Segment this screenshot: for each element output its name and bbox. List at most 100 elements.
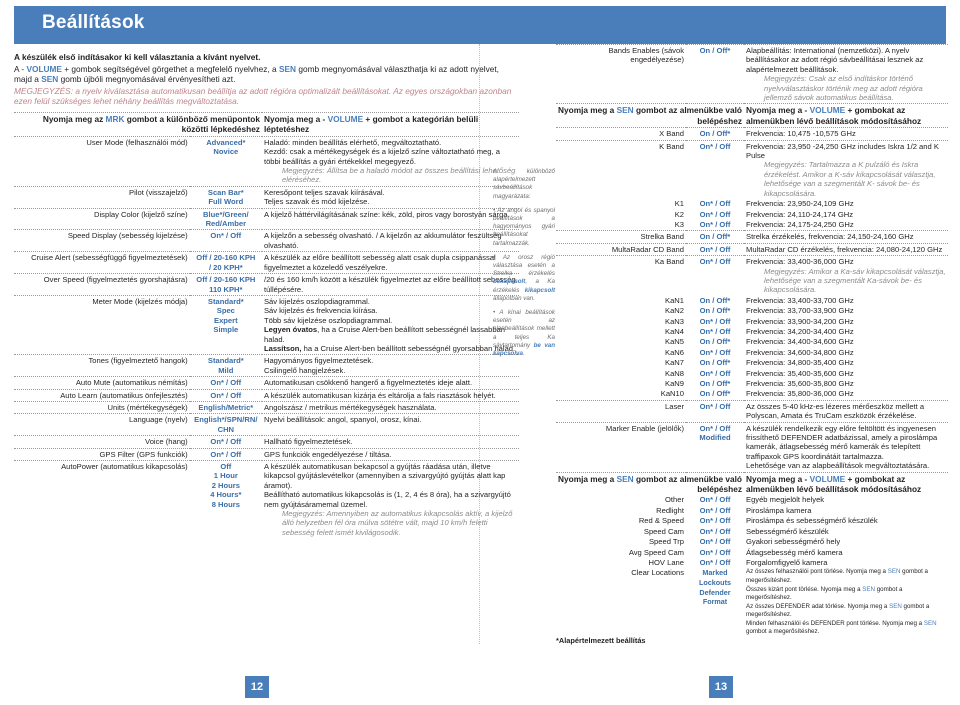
setting-options[interactable]: Scan Bar* Full Word [189, 185, 262, 209]
setting-options[interactable]: On / Off* [686, 337, 744, 347]
setting-option[interactable]: English*/SPN/RN/ [192, 415, 260, 424]
setting-option[interactable]: On / Off* [688, 296, 742, 305]
setting-options[interactable]: On / Off* [686, 296, 744, 306]
setting-option[interactable]: Marked [688, 568, 742, 578]
setting-options[interactable]: Blue*/Green/Red/Amber [189, 207, 262, 230]
setting-option[interactable]: 4 Hours* [192, 490, 260, 499]
setting-option[interactable]: On* / Off [688, 220, 742, 229]
setting-options[interactable]: On / Off* [686, 230, 744, 244]
setting-option[interactable]: On* / Off [192, 437, 260, 446]
setting-option[interactable]: Full Word [192, 197, 260, 206]
setting-options[interactable]: On* / Off [686, 199, 744, 209]
setting-options[interactable]: On* / Off [686, 210, 744, 220]
setting-options[interactable]: On* / Off [686, 516, 744, 526]
setting-options[interactable]: On* / Off [686, 506, 744, 516]
setting-option[interactable]: On* / Off [192, 378, 260, 387]
setting-option[interactable]: Scan Bar* [192, 188, 260, 197]
setting-option[interactable]: Novice [192, 147, 260, 156]
setting-options[interactable]: Off 1 Hour 2 Hours 4 Hours* 8 Hours [189, 460, 262, 539]
setting-option[interactable]: Format [688, 597, 742, 607]
setting-option[interactable]: On* / Off [688, 527, 742, 536]
setting-option[interactable]: 1 Hour [192, 471, 260, 480]
setting-options[interactable]: On* / Off [189, 447, 262, 461]
setting-option[interactable]: Defender [688, 588, 742, 598]
setting-options[interactable]: On* / Off [686, 537, 744, 547]
setting-options[interactable]: On* / Off [686, 369, 744, 379]
setting-options[interactable]: On* / Off Modified [686, 421, 744, 473]
setting-option[interactable]: Off [192, 462, 260, 471]
setting-option[interactable]: Off / 20-160 KPH [192, 275, 260, 284]
setting-options[interactable]: On* / Off [189, 229, 262, 252]
setting-option[interactable]: Mild [192, 366, 260, 375]
setting-option[interactable]: English/Metric* [192, 403, 260, 412]
setting-options[interactable]: On* / Off [686, 348, 744, 358]
setting-options[interactable]: Standard* Mild [189, 354, 262, 377]
setting-options[interactable]: English/Metric* [189, 400, 262, 414]
setting-option[interactable]: On* / Off [688, 495, 742, 504]
setting-options[interactable]: On / Off* [686, 358, 744, 368]
setting-options[interactable]: On / Off* [686, 306, 744, 316]
setting-option[interactable]: On / Off* [688, 306, 742, 315]
setting-options[interactable]: Marked Lockouts Defender Format [686, 568, 744, 638]
setting-option[interactable]: On / Off* [688, 129, 742, 138]
setting-option[interactable]: On* / Off [688, 142, 742, 151]
setting-options[interactable]: On* / Off [686, 495, 744, 505]
setting-options[interactable]: On* / Off [686, 242, 744, 256]
setting-option[interactable]: CHN [192, 425, 260, 434]
setting-option[interactable]: On* / Off [688, 424, 742, 433]
setting-option[interactable]: Red/Amber [192, 219, 260, 228]
setting-option[interactable]: Modified [688, 433, 742, 442]
setting-option[interactable]: Spec [192, 306, 260, 315]
setting-option[interactable]: 8 Hours [192, 500, 260, 509]
setting-option[interactable]: On / Off* [688, 337, 742, 346]
setting-option[interactable]: On* / Off [688, 402, 742, 411]
setting-options[interactable]: On* / Off [189, 388, 262, 402]
setting-option[interactable]: / 20 KPH* [192, 263, 260, 272]
setting-option[interactable]: Simple [192, 325, 260, 334]
setting-option[interactable]: On / Off* [688, 379, 742, 388]
setting-option[interactable]: On / Off* [688, 46, 742, 55]
setting-option[interactable]: Standard* [192, 297, 260, 306]
setting-option[interactable]: On / Off* [688, 232, 742, 241]
setting-options[interactable]: Advanced* Novice [189, 135, 262, 187]
setting-option[interactable]: On* / Off [192, 450, 260, 459]
setting-options[interactable]: Standard* Spec Expert Simple [189, 294, 262, 355]
setting-option[interactable]: On* / Off [688, 369, 742, 378]
setting-options[interactable]: On* / Off [686, 558, 744, 568]
setting-options[interactable]: On / Off* [686, 43, 744, 104]
setting-option[interactable]: On / Off* [688, 389, 742, 398]
setting-option[interactable]: On* / Off [688, 245, 742, 254]
setting-options[interactable]: On* / Off [686, 327, 744, 337]
setting-option[interactable]: On* / Off [688, 210, 742, 219]
setting-option[interactable]: Lockouts [688, 578, 742, 588]
setting-options[interactable]: On* / Off [686, 220, 744, 231]
setting-option[interactable]: On* / Off [688, 199, 742, 208]
setting-option[interactable]: Expert [192, 316, 260, 325]
setting-options[interactable]: On* / Off [189, 376, 262, 390]
setting-option[interactable]: On* / Off [192, 391, 260, 400]
setting-option[interactable]: Standard* [192, 356, 260, 365]
setting-option[interactable]: On* / Off [688, 516, 742, 525]
setting-option[interactable]: On* / Off [688, 537, 742, 546]
setting-option[interactable]: Advanced* [192, 138, 260, 147]
setting-option[interactable]: Off / 20-160 KPH [192, 253, 260, 262]
setting-option[interactable]: On* / Off [192, 231, 260, 240]
setting-option[interactable]: On* / Off [688, 257, 742, 266]
setting-option[interactable]: On* / Off [688, 317, 742, 326]
setting-options[interactable]: On* / Off [686, 255, 744, 296]
setting-option[interactable]: Blue*/Green/ [192, 210, 260, 219]
setting-option[interactable]: 2 Hours [192, 481, 260, 490]
setting-options[interactable]: On* / Off [686, 527, 744, 537]
setting-options[interactable]: Off / 20-160 KPH 110 KPH* [189, 273, 262, 296]
setting-option[interactable]: On / Off* [688, 358, 742, 367]
setting-options[interactable]: English*/SPN/RN/CHN [189, 413, 262, 436]
setting-option[interactable]: On* / Off [688, 327, 742, 336]
setting-option[interactable]: On* / Off [688, 558, 742, 567]
setting-option[interactable]: On* / Off [688, 506, 742, 515]
setting-option[interactable]: On* / Off [688, 548, 742, 557]
setting-options[interactable]: Off / 20-160 KPH/ 20 KPH* [189, 251, 262, 274]
setting-options[interactable]: On* / Off [686, 399, 744, 423]
setting-options[interactable]: On / Off* [686, 389, 744, 400]
setting-options[interactable]: On / Off* [686, 127, 744, 141]
setting-options[interactable]: On* / Off [686, 139, 744, 200]
